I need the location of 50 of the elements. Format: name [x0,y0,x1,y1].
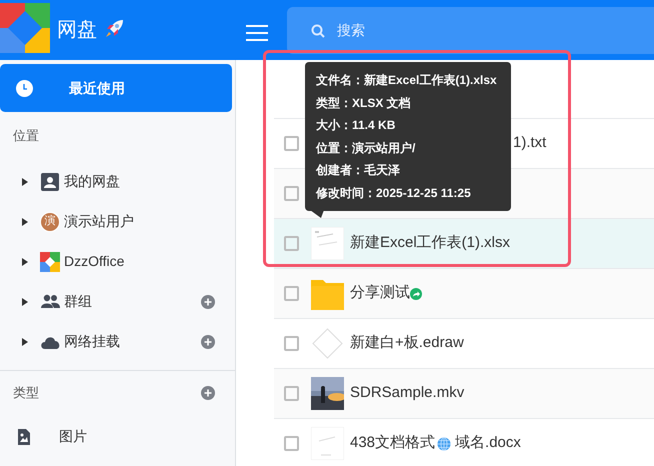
caret-icon [22,178,28,186]
section-heading: 位置 [12,127,40,145]
diamond-thumbnail [311,327,344,360]
tooltip-line: 修改时间：2025-12-25 11:25 [316,184,472,202]
search-field[interactable]: 搜索 [287,7,654,54]
search-field[interactable]: 搜索 [335,19,535,42]
tree-item-label[interactable]: 我的网盘 [64,171,120,192]
caret-icon [22,258,28,266]
file-name[interactable]: 1).txt [513,132,546,155]
menu-button[interactable] [246,22,268,38]
file-name[interactable]: SDRSample.mkv [350,382,464,405]
tree-item-label[interactable]: 群组 [64,291,92,312]
checkbox[interactable] [284,136,299,151]
caret-icon [22,338,28,346]
search-icon [311,24,325,38]
checkbox[interactable] [284,186,299,201]
tree-item-label[interactable]: DzzOffice [64,251,124,272]
rocket-icon [105,18,125,38]
tree-item-label[interactable]: 网络挂载 [64,331,120,352]
tree-item-label[interactable]: 演示站用户 [64,211,134,232]
tooltip-line: 类型：XLSX 文档 [316,94,412,112]
tooltip-line: 位置：演示站用户/ [316,140,416,156]
caret-icon [22,298,28,306]
avatar: 演 [40,212,60,232]
file-name[interactable]: 域名.docx [455,432,521,455]
section-heading: 类型 [13,384,39,402]
type-item-label[interactable]: 图片 [59,426,87,447]
checkbox[interactable] [284,386,299,401]
tooltip-line: 创建者：毛天泽 [316,162,401,179]
file-name[interactable]: 新建Excel工作表(1).xlsx [350,232,510,255]
folder-icon [311,277,344,310]
caret-icon [22,218,28,226]
image-icon [17,428,31,444]
file-name[interactable]: 分享测试 [350,282,410,305]
recent-item[interactable]: 最近使用 [0,64,232,112]
person-card-icon [40,172,60,192]
checkbox[interactable] [284,286,299,301]
checkbox[interactable] [284,236,299,251]
checkbox[interactable] [284,436,299,451]
logo-icon [0,3,50,53]
checkbox[interactable] [284,336,299,351]
file-name[interactable]: 438文档格式 [350,432,436,455]
app-title: 网盘 [57,18,97,43]
spreadsheet-thumbnail [311,227,344,260]
file-name[interactable]: 新建白+板.edraw [350,332,464,355]
document-thumbnail [311,427,344,460]
logo-icon [40,252,60,272]
clock-icon [16,80,33,96]
tooltip-line: 大小：11.4 KB [316,117,396,134]
tooltip-line: 文件名：新建Excel工作表(1).xlsx [316,72,498,89]
